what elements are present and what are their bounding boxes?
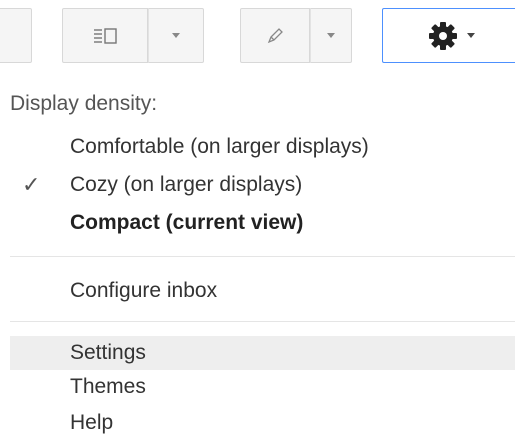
menu-item-comfortable[interactable]: Comfortable (on larger displays) — [10, 130, 515, 164]
menu-item-label: Compact (current view) — [70, 211, 304, 234]
chevron-down-icon — [327, 33, 335, 38]
menu-item-compact[interactable]: Compact (current view) — [10, 206, 515, 240]
menu-item-label: Cozy (on larger displays) — [70, 173, 303, 196]
menu-item-help[interactable]: Help — [10, 406, 515, 440]
menu-divider — [10, 256, 515, 257]
menu-item-settings[interactable]: Settings — [10, 336, 515, 370]
menu-item-configure-inbox[interactable]: Configure inbox — [10, 274, 515, 308]
chevron-down-icon — [466, 33, 475, 38]
settings-gear-button[interactable] — [382, 8, 515, 63]
menu-item-themes[interactable]: Themes — [10, 370, 515, 404]
pencil-icon — [267, 27, 283, 43]
menu-divider — [10, 321, 515, 322]
display-density-heading: Display density: — [10, 92, 158, 115]
gear-icon — [428, 21, 457, 50]
menu-item-label: Comfortable (on larger displays) — [70, 135, 369, 158]
chevron-down-icon — [172, 33, 180, 38]
view-toggle-button[interactable] — [62, 8, 148, 63]
settings-menu: Display density: Comfortable (on larger … — [0, 72, 515, 447]
menu-item-cozy[interactable]: ✓ Cozy (on larger displays) — [10, 168, 515, 202]
checkmark-icon: ✓ — [22, 172, 41, 197]
toolbar — [0, 0, 515, 72]
toolbar-button-partial[interactable] — [0, 8, 32, 63]
menu-item-label: Themes — [70, 375, 146, 398]
view-dropdown-button[interactable] — [148, 8, 204, 63]
menu-item-label: Help — [70, 411, 114, 434]
pen-button[interactable] — [240, 8, 310, 63]
split-pane-icon — [94, 27, 117, 44]
pen-dropdown-button[interactable] — [310, 8, 352, 63]
menu-item-label: Settings — [70, 341, 146, 364]
menu-item-label: Configure inbox — [70, 279, 218, 302]
